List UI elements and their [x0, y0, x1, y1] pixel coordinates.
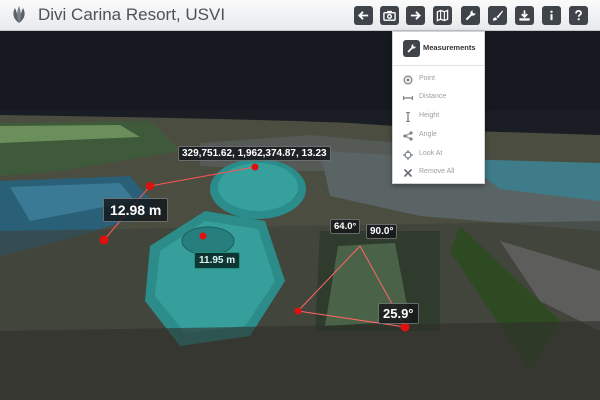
angle-marker[interactable]	[294, 307, 302, 315]
distance-label: 12.98 m	[103, 198, 169, 222]
angle-label-a: 64.0°	[330, 219, 361, 234]
menu-item-remove-all[interactable]: Remove All	[393, 164, 484, 182]
radius-marker[interactable]	[199, 232, 207, 240]
forward-arrow-icon	[410, 11, 421, 20]
distance-marker[interactable]	[146, 182, 154, 190]
brush-button[interactable]	[488, 6, 507, 25]
download-icon	[519, 10, 530, 21]
measurements-menu-header: Measurements	[393, 32, 484, 66]
measurements-menu-title: Measurements	[423, 43, 476, 52]
app-title: Divi Carina Resort, USVI	[38, 5, 226, 24]
info-button[interactable]	[542, 6, 561, 25]
menu-item-label: Distance	[419, 93, 447, 100]
remove-icon	[403, 168, 413, 178]
app-titlebar: Divi Carina Resort, USVI	[0, 0, 600, 31]
measurements-menu: Measurements Point Distance Height Angle…	[392, 31, 485, 184]
map-icon	[436, 9, 449, 22]
menu-item-angle[interactable]: Angle	[393, 127, 484, 145]
back-arrow-icon	[358, 11, 369, 20]
menu-item-label: Point	[419, 75, 435, 82]
distance-icon	[403, 96, 413, 100]
download-button[interactable]	[515, 6, 534, 25]
crosshair-icon	[403, 150, 413, 160]
menu-item-distance[interactable]: Distance	[393, 89, 484, 107]
leaf-logo-icon	[7, 3, 31, 27]
menu-item-look-at[interactable]: Look At	[393, 146, 484, 164]
angle-icon	[403, 131, 413, 141]
angle-label-c: 25.9°	[378, 303, 419, 324]
height-icon	[406, 112, 410, 122]
menu-item-label: Angle	[419, 131, 437, 138]
menu-item-label: Height	[419, 112, 440, 119]
distance-marker[interactable]	[99, 235, 109, 245]
help-icon	[575, 10, 582, 21]
back-button[interactable]	[354, 6, 373, 25]
brush-icon	[492, 10, 504, 21]
menu-item-point[interactable]: Point	[393, 71, 484, 89]
point-cloud-viewer[interactable]: 329,751.62, 1,962,374.87, 13.23 12.98 m …	[0, 31, 600, 400]
angle-label-b: 90.0°	[366, 224, 398, 239]
point-icon	[403, 75, 413, 85]
radius-label: 11.95 m	[194, 252, 241, 269]
menu-item-height[interactable]: Height	[393, 108, 484, 126]
info-icon	[550, 10, 553, 21]
screenshot-button[interactable]	[380, 6, 399, 25]
forward-button[interactable]	[406, 6, 425, 25]
map-button[interactable]	[433, 6, 452, 25]
camera-icon	[383, 10, 396, 21]
menu-item-label: Look At	[419, 150, 443, 157]
point-coordinates-label: 329,751.62, 1,962,374.87, 13.23	[178, 146, 331, 161]
wrench-icon	[465, 10, 476, 21]
measurements-button[interactable]	[461, 6, 480, 25]
point-cloud-canvas[interactable]	[0, 31, 600, 400]
menu-item-label: Remove All	[419, 168, 455, 175]
help-button[interactable]	[569, 6, 588, 25]
point-marker[interactable]	[251, 163, 259, 171]
wrench-icon	[403, 40, 420, 57]
